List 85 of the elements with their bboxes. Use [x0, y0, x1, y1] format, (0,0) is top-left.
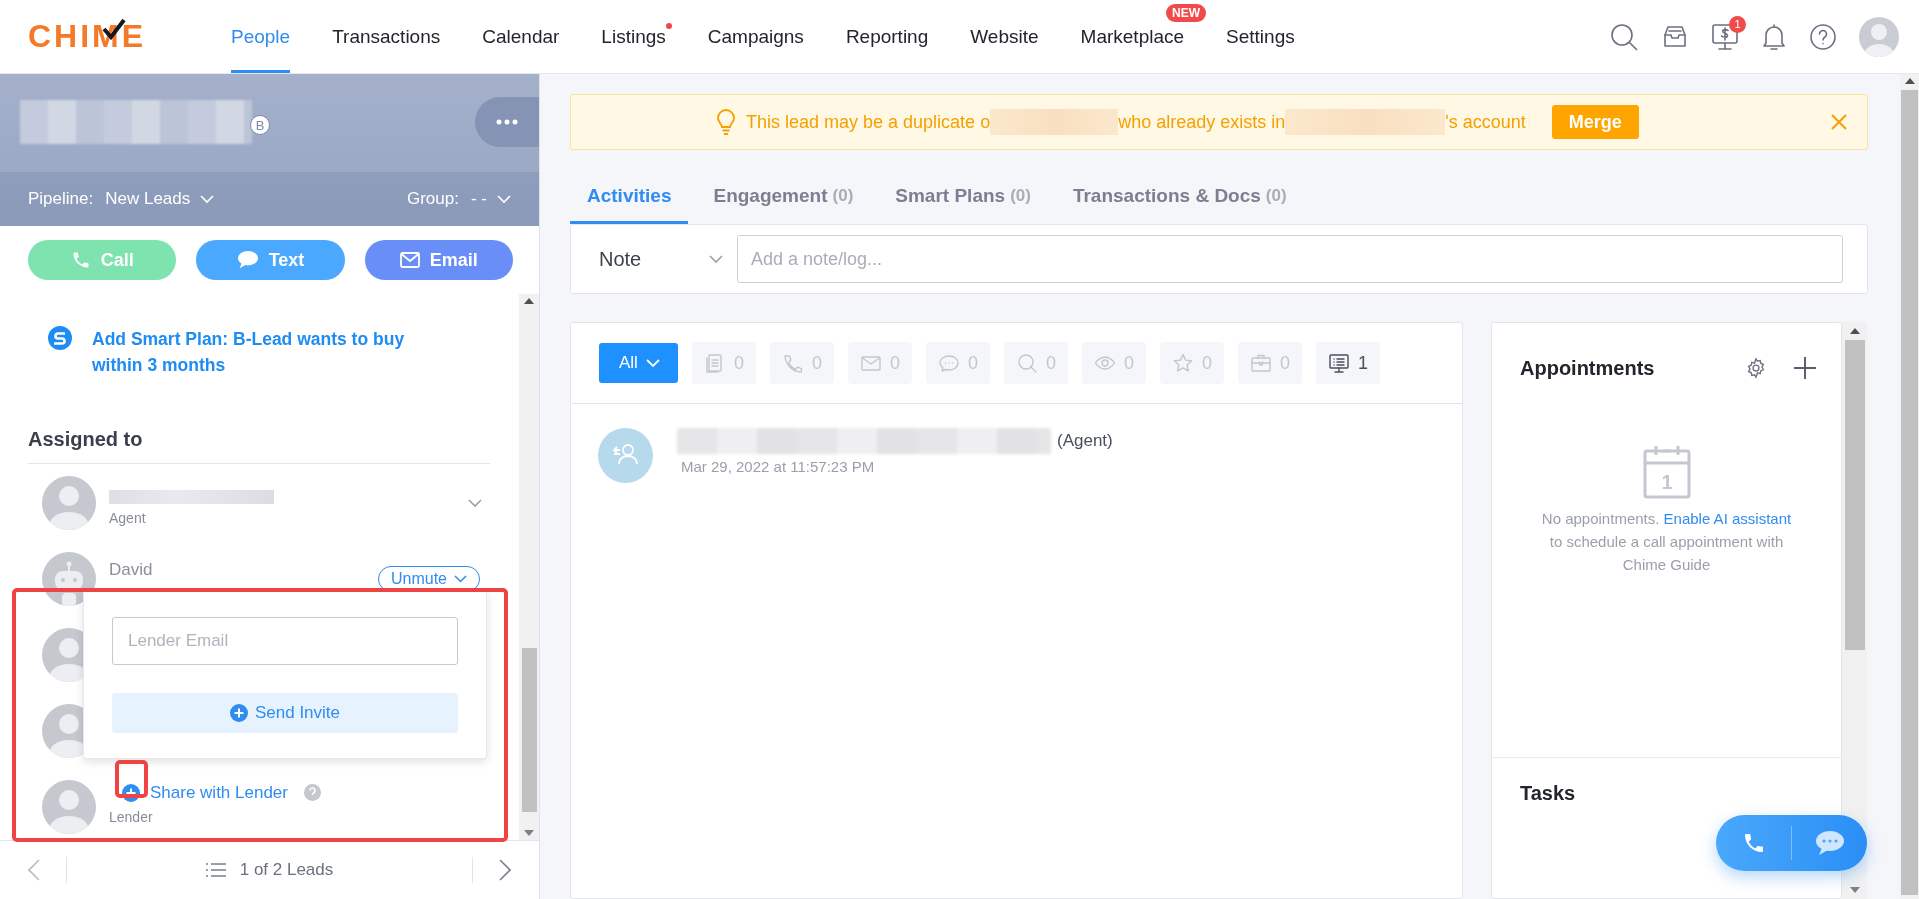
search-icon: [1015, 352, 1038, 374]
scrollbar[interactable]: [519, 294, 539, 840]
share-with-lender-link[interactable]: Share with Lender: [150, 782, 288, 803]
briefcase-icon: [1250, 352, 1272, 374]
scroll-thumb[interactable]: [521, 648, 537, 812]
close-icon[interactable]: [1831, 114, 1847, 130]
avatar-icon: [42, 475, 96, 530]
tab[interactable]: Transactions & Docs (0): [1055, 170, 1304, 224]
phone-icon: [781, 352, 804, 374]
chat-bubble-icon: [1814, 830, 1845, 856]
chevron-left-icon[interactable]: [28, 859, 40, 881]
arrow-up-icon[interactable]: [1849, 328, 1860, 334]
group-label: Group:: [406, 189, 459, 209]
envelope-icon: [399, 252, 420, 268]
nav-tab[interactable]: Transactions: [332, 0, 441, 73]
banner-text: This lead may be a duplicate o: [746, 111, 991, 133]
role-label: Lender: [109, 808, 154, 825]
chevron-down-icon: [709, 254, 723, 264]
merge-button[interactable]: Merge: [1551, 105, 1639, 139]
send-invite-button[interactable]: Send Invite: [112, 693, 458, 733]
light-bulb-icon: [716, 109, 736, 135]
note-type-dropdown[interactable]: Note: [599, 247, 727, 271]
all-filter-button[interactable]: All: [599, 343, 678, 383]
list-icon: [205, 862, 226, 878]
help-icon[interactable]: [1809, 22, 1837, 51]
tab[interactable]: Engagement (0): [696, 170, 871, 224]
nav-tab[interactable]: Listings: [601, 0, 666, 73]
lead-type-badge: B: [250, 115, 270, 135]
lender-email-field[interactable]: Lender Email: [112, 617, 458, 665]
banner-text: who already exists in: [1118, 111, 1286, 133]
nav-tab[interactable]: Reporting: [845, 0, 929, 73]
note-field[interactable]: Add a note/log...: [737, 235, 1843, 283]
avatar-icon: [42, 779, 96, 834]
pipeline-value[interactable]: New Leads: [105, 189, 191, 209]
empty-state-text: No appointments. Enable AI assistant to schedule a call appointment with Chime Guide: [1540, 509, 1793, 575]
chevron-down-icon[interactable]: [468, 498, 482, 508]
scroll-thumb[interactable]: [1844, 340, 1865, 650]
smart-plan-link[interactable]: Add Smart Plan: B-Lead wants to buy within 3 months: [92, 326, 452, 378]
arrow-down-icon[interactable]: [1849, 887, 1860, 893]
filter-chip[interactable]: 1: [1316, 342, 1381, 384]
star-icon: [1172, 352, 1194, 374]
enable-ai-link[interactable]: Enable AI assistant: [1663, 510, 1792, 527]
section-title: Assigned to: [28, 428, 490, 464]
text-button[interactable]: Text: [196, 240, 345, 280]
nav-tab[interactable]: Campaigns: [707, 0, 804, 73]
email-button[interactable]: Email: [364, 240, 513, 280]
plus-circle-icon: [229, 704, 248, 722]
activity-title: (Agent): [1057, 431, 1113, 451]
more-icon: [496, 119, 518, 125]
add-icon[interactable]: [1793, 356, 1817, 380]
monitor-list-icon: [1328, 352, 1351, 374]
chevron-down-icon: [454, 574, 467, 583]
bell-icon[interactable]: [1761, 21, 1787, 52]
monitor-dollar-icon[interactable]: [1711, 21, 1739, 52]
pipeline-label: Pipeline:: [28, 189, 94, 209]
user-transfer-icon: [598, 428, 653, 483]
logo: CHIME: [28, 18, 148, 55]
chevron-down-icon: [645, 358, 660, 368]
arrow-up-icon[interactable]: [524, 298, 534, 304]
assignee-name: David: [109, 559, 154, 580]
arrow-down-icon[interactable]: [524, 830, 534, 836]
group-value[interactable]: - -: [470, 189, 487, 209]
nav-tab[interactable]: Calendar: [482, 0, 560, 73]
nav-tab[interactable]: Website: [970, 0, 1039, 73]
chevron-right-icon[interactable]: [499, 859, 511, 881]
pager-text: 1 of 2 Leads: [239, 860, 334, 880]
user-avatar[interactable]: [1859, 16, 1899, 57]
activity-time: Mar 29, 2022 at 11:57:23 PM: [681, 458, 876, 475]
more-button[interactable]: [475, 97, 539, 147]
role-label: Agent: [109, 509, 147, 526]
tab[interactable]: Smart Plans (0): [878, 170, 1048, 224]
plus-circle-icon[interactable]: [122, 783, 140, 802]
scrollbar[interactable]: [1842, 322, 1867, 899]
settings-icon[interactable]: [1745, 357, 1767, 379]
notification-badge: 1: [1729, 15, 1746, 33]
search-icon[interactable]: [1609, 21, 1639, 52]
banner-text: 's account: [1445, 111, 1526, 133]
arrow-up-icon[interactable]: [1904, 78, 1915, 84]
card-title: Appointments: [1520, 356, 1656, 380]
chat-bubble-icon: [937, 352, 960, 374]
new-badge: NEW: [1166, 4, 1207, 22]
nav-tab[interactable]: Settings: [1226, 0, 1295, 73]
chat-bubble-icon: [236, 250, 259, 270]
card-title: Tasks: [1520, 782, 1577, 805]
smart-plan-icon: [48, 326, 72, 350]
